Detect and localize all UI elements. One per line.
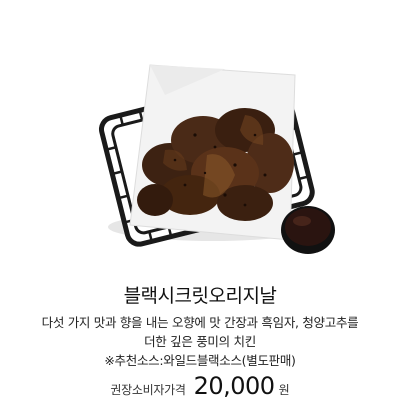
- product-description: 다섯 가지 맛과 향을 내는 오향에 맛 간장과 흑임자, 청양고추를 더한 깊…: [40, 313, 360, 370]
- fried-chicken-basket-icon: [98, 64, 335, 254]
- price-unit: 원: [278, 383, 290, 397]
- description-line: 더한 깊은 풍미의 치킨: [144, 334, 256, 349]
- product-card[interactable]: 블랙시크릿오리지날 다섯 가지 맛과 향을 내는 오향에 맛 간장과 흑임자, …: [0, 0, 400, 415]
- price-value: 20,000: [193, 372, 275, 400]
- description-line: 다섯 가지 맛과 향을 내는 오향에 맛 간장과 흑임자, 청양고추를: [41, 315, 359, 330]
- price-row: 권장소비자가격 20,000 원: [0, 372, 400, 400]
- product-image: [95, 55, 345, 255]
- recommended-sauce-note: ※추천소스:와일드블랙소스(별도판매): [104, 353, 296, 368]
- price-label: 권장소비자가격: [110, 383, 186, 397]
- product-name[interactable]: 블랙시크릿오리지날: [0, 281, 400, 308]
